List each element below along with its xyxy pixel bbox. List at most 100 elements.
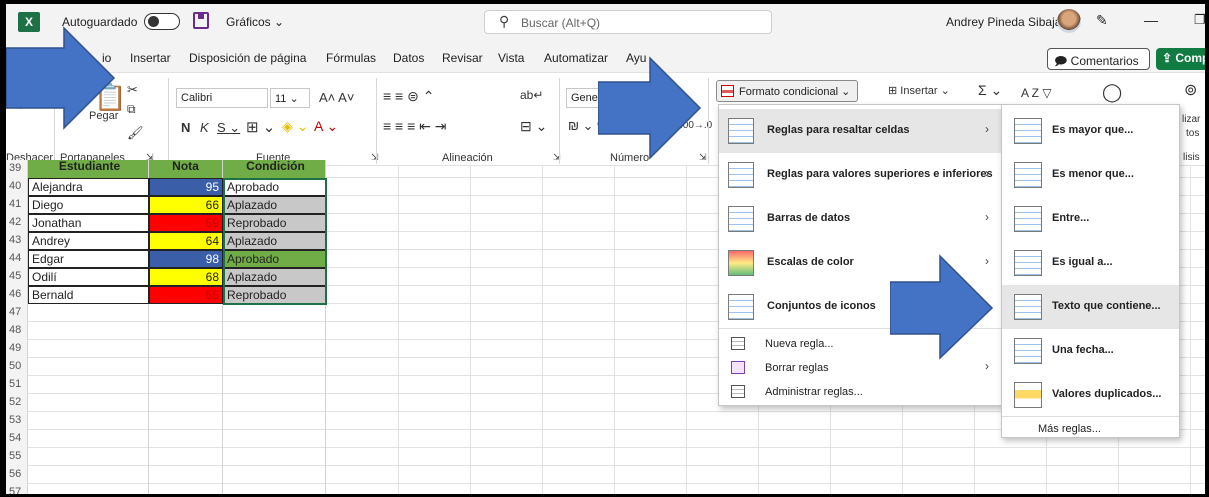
cell-nota[interactable]: 66 xyxy=(149,196,223,214)
font-name-combo[interactable]: Calibri xyxy=(176,88,268,108)
cell-condicion[interactable] xyxy=(223,484,326,494)
tab-vista[interactable]: Vista xyxy=(498,51,524,65)
cell-nota[interactable] xyxy=(149,304,223,322)
find-icon[interactable]: ◯ xyxy=(1102,82,1122,103)
row-number[interactable]: 57 xyxy=(6,484,28,494)
autosum-icon[interactable]: Σ ⌄ xyxy=(978,82,1002,99)
cell-name[interactable] xyxy=(28,448,149,466)
underline-button[interactable]: S ⌄ xyxy=(217,120,240,136)
cell-nota[interactable]: Nota xyxy=(149,160,223,178)
cell-nota[interactable] xyxy=(149,466,223,484)
cell-name[interactable] xyxy=(28,358,149,376)
minimize-icon[interactable]: — xyxy=(1144,12,1158,28)
cell-nota[interactable]: 68 xyxy=(149,268,223,286)
save-icon[interactable] xyxy=(193,12,209,29)
cell-name[interactable] xyxy=(28,340,149,358)
cell-name[interactable]: Jonathan xyxy=(28,214,149,232)
wrap-text-icon[interactable]: ab↵ xyxy=(520,88,543,102)
cell-nota[interactable] xyxy=(149,412,223,430)
cell-condicion[interactable] xyxy=(223,448,326,466)
table-row[interactable]: 55 xyxy=(6,448,1205,466)
font-size-combo[interactable]: 11 ⌄ xyxy=(270,88,310,108)
cell-name[interactable]: Estudiante xyxy=(28,160,149,178)
cell-name[interactable]: Diego xyxy=(28,196,149,214)
cell-condicion[interactable] xyxy=(223,430,326,448)
row-number[interactable]: 43 xyxy=(6,232,28,250)
row-number[interactable]: 56 xyxy=(6,466,28,484)
tab-datos[interactable]: Datos xyxy=(393,51,424,65)
cell-condicion[interactable] xyxy=(223,376,326,394)
row-number[interactable]: 54 xyxy=(6,430,28,448)
row-number[interactable]: 51 xyxy=(6,376,28,394)
submenu-item-greater-than[interactable]: Es mayor que... xyxy=(1002,109,1179,153)
cell-name[interactable] xyxy=(28,304,149,322)
tab-disposicion[interactable]: Disposición de página xyxy=(189,51,306,65)
tab-revisar[interactable]: Revisar xyxy=(442,51,483,65)
submenu-item-duplicate-values[interactable]: Valores duplicados... xyxy=(1002,373,1179,417)
cell-name[interactable]: Odilí xyxy=(28,268,149,286)
cell-nota[interactable] xyxy=(149,484,223,494)
fill-color-icon[interactable]: ◈ ⌄ xyxy=(282,118,308,135)
row-number[interactable]: 47 xyxy=(6,304,28,322)
font-color-icon[interactable]: A ⌄ xyxy=(314,118,338,135)
cell-condicion[interactable]: Condición xyxy=(223,160,326,178)
table-row[interactable]: 57 xyxy=(6,484,1205,494)
user-name[interactable]: Andrey Pineda Sibaja xyxy=(946,15,1061,29)
menu-item-manage-rules[interactable]: Administrar reglas... xyxy=(719,381,1001,403)
cell-nota[interactable] xyxy=(149,358,223,376)
cell-name[interactable] xyxy=(28,466,149,484)
cell-nota[interactable]: 95 xyxy=(149,178,223,196)
row-number[interactable]: 46 xyxy=(6,286,28,304)
cell-condicion[interactable] xyxy=(223,340,326,358)
cell-condicion[interactable]: Aprobado xyxy=(223,178,326,196)
cell-name[interactable]: Alejandra xyxy=(28,178,149,196)
cell-nota[interactable] xyxy=(149,340,223,358)
menu-item-top-bottom-rules[interactable]: Reglas para valores superiores e inferio… xyxy=(719,153,1001,197)
search-box[interactable]: ⚲ Buscar (Alt+Q) xyxy=(484,10,772,34)
share-button[interactable]: ⇪ Comp xyxy=(1156,48,1205,70)
submenu-item-between[interactable]: Entre... xyxy=(1002,197,1179,241)
row-number[interactable]: 55 xyxy=(6,448,28,466)
cell-condicion[interactable] xyxy=(223,322,326,340)
submenu-item-less-than[interactable]: Es menor que... xyxy=(1002,153,1179,197)
row-number[interactable]: 39 xyxy=(6,160,28,178)
analyze-icon[interactable]: ⊚ xyxy=(1184,80,1197,100)
insert-cells-button[interactable]: ⊞ Insertar ⌄ xyxy=(888,84,950,97)
submenu-item-equal-to[interactable]: Es igual a... xyxy=(1002,241,1179,285)
sort-filter-icon[interactable]: A Z ▽ xyxy=(1021,86,1052,100)
row-number[interactable]: 50 xyxy=(6,358,28,376)
row-number[interactable]: 52 xyxy=(6,394,28,412)
cell-name[interactable] xyxy=(28,412,149,430)
grow-font-icon[interactable]: A˄ A˅ xyxy=(319,90,354,105)
restore-icon[interactable]: ❐ xyxy=(1194,12,1205,28)
align-left-icon[interactable]: ≡ ≡ ≡ ⇤ ⇥ xyxy=(383,118,447,135)
cell-nota[interactable]: 64 xyxy=(149,232,223,250)
cell-name[interactable] xyxy=(28,430,149,448)
autosave-toggle[interactable] xyxy=(144,13,180,30)
avatar[interactable] xyxy=(1057,9,1081,33)
tab-insertar[interactable]: Insertar xyxy=(130,51,171,65)
file-name[interactable]: Gráficos ⌄ xyxy=(226,15,284,29)
comments-button[interactable]: 🗩 Comentarios xyxy=(1047,48,1150,70)
cell-nota[interactable]: 59 xyxy=(149,214,223,232)
cell-condicion[interactable] xyxy=(223,358,326,376)
cell-name[interactable] xyxy=(28,484,149,494)
table-row[interactable]: 56 xyxy=(6,466,1205,484)
cell-name[interactable] xyxy=(28,394,149,412)
cell-condicion[interactable]: Reprobado xyxy=(223,214,326,232)
tab-formulas[interactable]: Fórmulas xyxy=(326,51,376,65)
italic-button[interactable]: K xyxy=(200,120,209,135)
bold-button[interactable]: N xyxy=(181,120,190,135)
row-number[interactable]: 45 xyxy=(6,268,28,286)
submenu-item-date[interactable]: Una fecha... xyxy=(1002,329,1179,373)
cell-condicion[interactable]: Aplazado xyxy=(223,268,326,286)
row-number[interactable]: 48 xyxy=(6,322,28,340)
cell-nota[interactable]: 98 xyxy=(149,250,223,268)
borders-icon[interactable]: ⊞ ⌄ xyxy=(246,118,275,136)
cell-name[interactable]: Andrey xyxy=(28,232,149,250)
cell-condicion[interactable]: Aplazado xyxy=(223,196,326,214)
cell-nota[interactable] xyxy=(149,322,223,340)
row-number[interactable]: 41 xyxy=(6,196,28,214)
cell-condicion[interactable] xyxy=(223,466,326,484)
cell-nota[interactable] xyxy=(149,448,223,466)
